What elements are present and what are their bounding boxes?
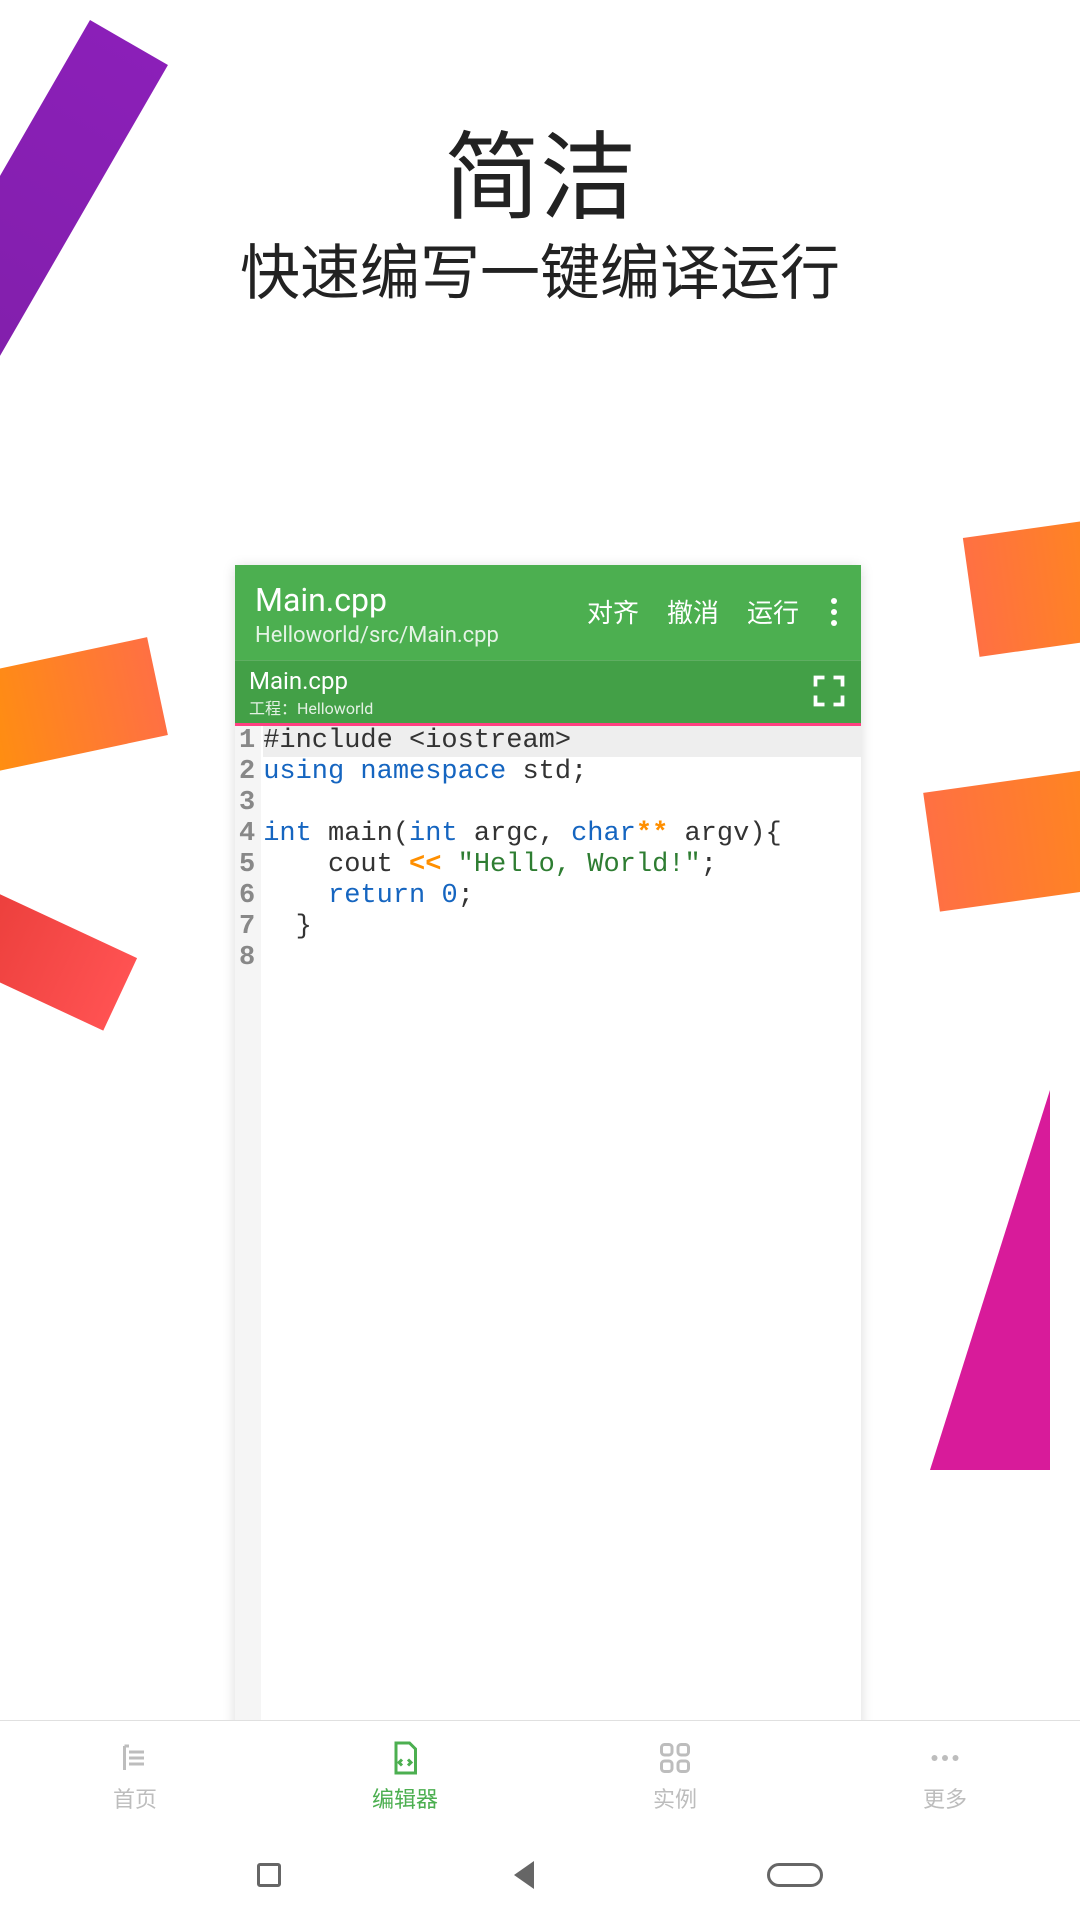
line-gutter: 1 2 3 4 5 6 7 8 (235, 726, 261, 1766)
editor-window: Main.cpp Helloworld/src/Main.cpp 对齐 撤消 运… (235, 565, 861, 1766)
align-button[interactable]: 对齐 (587, 593, 639, 630)
nav-editor-label: 编辑器 (372, 1782, 438, 1814)
nav-examples-label: 实例 (653, 1782, 697, 1814)
dots-icon (925, 1738, 965, 1778)
nav-examples[interactable]: 实例 (540, 1721, 810, 1830)
home-button[interactable] (767, 1863, 823, 1887)
decoration-orange-right-top (963, 503, 1080, 657)
decoration-orange-right (923, 748, 1080, 911)
nav-home[interactable]: 首页 (0, 1721, 270, 1830)
grid-icon (655, 1738, 695, 1778)
back-button[interactable] (514, 1861, 534, 1889)
nav-home-label: 首页 (113, 1782, 157, 1814)
nav-more-label: 更多 (923, 1782, 967, 1814)
editor-header: Main.cpp Helloworld/src/Main.cpp 对齐 撤消 运… (235, 565, 861, 660)
nav-more[interactable]: 更多 (810, 1721, 1080, 1830)
hero-subtitle: 快速编写一键编译运行 (0, 225, 1080, 312)
home-icon (115, 1738, 155, 1778)
code-editor[interactable]: 1 2 3 4 5 6 7 8 #include <iostream>using… (235, 726, 861, 1766)
tab-filename[interactable]: Main.cpp (249, 667, 373, 695)
system-nav-bar (0, 1830, 1080, 1920)
decoration-red-left (0, 869, 137, 1030)
code-file-icon (385, 1738, 425, 1778)
editor-tabbar: Main.cpp 工程：Helloworld (235, 660, 861, 723)
decoration-magenta (930, 1090, 1050, 1470)
fullscreen-icon[interactable] (811, 673, 847, 713)
code-content[interactable]: #include <iostream>using namespace std; … (261, 726, 861, 1766)
run-button[interactable]: 运行 (747, 593, 799, 630)
decoration-orange-left (0, 637, 168, 783)
bottom-nav: 首页 编辑器 实例 更多 (0, 1720, 1080, 1830)
editor-filepath: Helloworld/src/Main.cpp (255, 623, 499, 648)
recents-button[interactable] (257, 1863, 281, 1887)
more-icon[interactable] (827, 598, 841, 626)
editor-filename: Main.cpp (255, 581, 499, 619)
undo-button[interactable]: 撤消 (667, 593, 719, 630)
hero-title: 简洁 (0, 100, 1080, 239)
nav-editor[interactable]: 编辑器 (270, 1721, 540, 1830)
tab-project: 工程：Helloworld (249, 695, 373, 719)
